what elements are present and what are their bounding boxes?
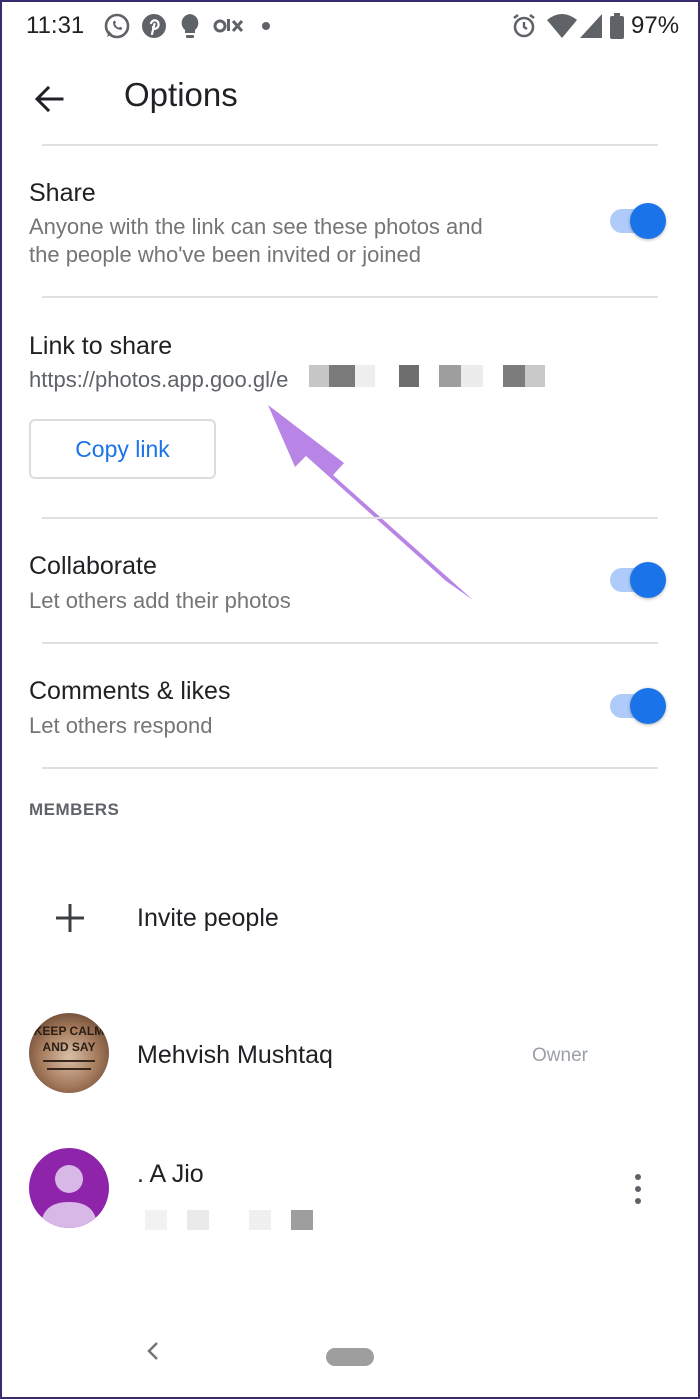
system-nav-bar	[0, 1320, 700, 1390]
share-title: Share	[29, 179, 96, 207]
avatar-text-line1: KEEP CALM	[34, 1024, 104, 1038]
annotation-arrow	[268, 405, 473, 600]
members-section-label: MEMBERS	[29, 800, 120, 819]
divider	[42, 517, 658, 519]
share-subtitle-line1: Anyone with the link can see these photo…	[29, 214, 483, 239]
avatar-text-line2: AND SAY	[43, 1040, 96, 1054]
comments-title: Comments & likes	[29, 677, 231, 705]
collaborate-title: Collaborate	[29, 552, 157, 580]
status-bar: 11:31 97%	[0, 0, 700, 52]
copy-link-button[interactable]: Copy link	[29, 419, 216, 479]
arrow-back-icon	[34, 85, 64, 113]
nav-back-icon[interactable]	[140, 1336, 166, 1366]
toggle-thumb	[630, 688, 666, 724]
comments-subtitle: Let others respond	[29, 713, 213, 738]
app-toolbar: Options	[0, 52, 700, 144]
member-name: Mehvish Mushtaq	[137, 1041, 333, 1069]
divider	[42, 296, 658, 298]
plus-icon	[56, 904, 84, 932]
toggle-thumb	[630, 203, 666, 239]
member-row-owner[interactable]: KEEP CALM AND SAY Mehvish Mushtaq Owner	[0, 1003, 700, 1103]
lightbulb-icon	[181, 14, 199, 38]
share-link-url: https://photos.app.goo.gl/e	[29, 367, 289, 392]
dot	[635, 1198, 641, 1204]
comments-toggle[interactable]	[606, 686, 666, 726]
status-time: 11:31	[26, 12, 85, 39]
divider	[42, 144, 658, 146]
more-notifications-dot	[262, 22, 270, 30]
invite-people-row[interactable]: Invite people	[0, 880, 700, 960]
divider	[42, 642, 658, 644]
dot	[635, 1174, 641, 1180]
page-title: Options	[124, 76, 238, 113]
share-link: https://photos.app.goo.gl/e	[29, 365, 589, 395]
share-subtitle-line2: the people who've been invited or joined	[29, 242, 421, 267]
whatsapp-icon	[104, 13, 130, 39]
pinterest-icon	[142, 14, 166, 38]
more-options-button[interactable]	[624, 1170, 652, 1208]
person-icon	[41, 1165, 97, 1228]
olx-icon	[213, 19, 244, 33]
avatar	[29, 1148, 109, 1228]
back-button[interactable]	[24, 74, 74, 124]
signal-icon	[580, 14, 602, 38]
owner-badge: Owner	[532, 1045, 588, 1066]
avatar: KEEP CALM AND SAY	[29, 1013, 109, 1093]
member-name: . A Jio	[137, 1160, 204, 1188]
battery-icon	[610, 13, 624, 39]
invite-people-label: Invite people	[137, 904, 279, 932]
owner-avatar-image: KEEP CALM AND SAY	[29, 1013, 109, 1093]
link-title: Link to share	[29, 332, 173, 360]
member-row[interactable]: . A Jio	[0, 1138, 700, 1238]
alarm-icon	[513, 13, 535, 38]
divider	[42, 767, 658, 769]
collaborate-subtitle: Let others add their photos	[29, 588, 291, 613]
collaborate-toggle[interactable]	[606, 560, 666, 600]
toggle-thumb	[630, 562, 666, 598]
nav-home-pill[interactable]	[326, 1348, 374, 1366]
battery-percentage: 97%	[631, 12, 680, 39]
dot	[635, 1186, 641, 1192]
share-toggle[interactable]	[606, 201, 666, 241]
wifi-icon	[547, 14, 577, 38]
